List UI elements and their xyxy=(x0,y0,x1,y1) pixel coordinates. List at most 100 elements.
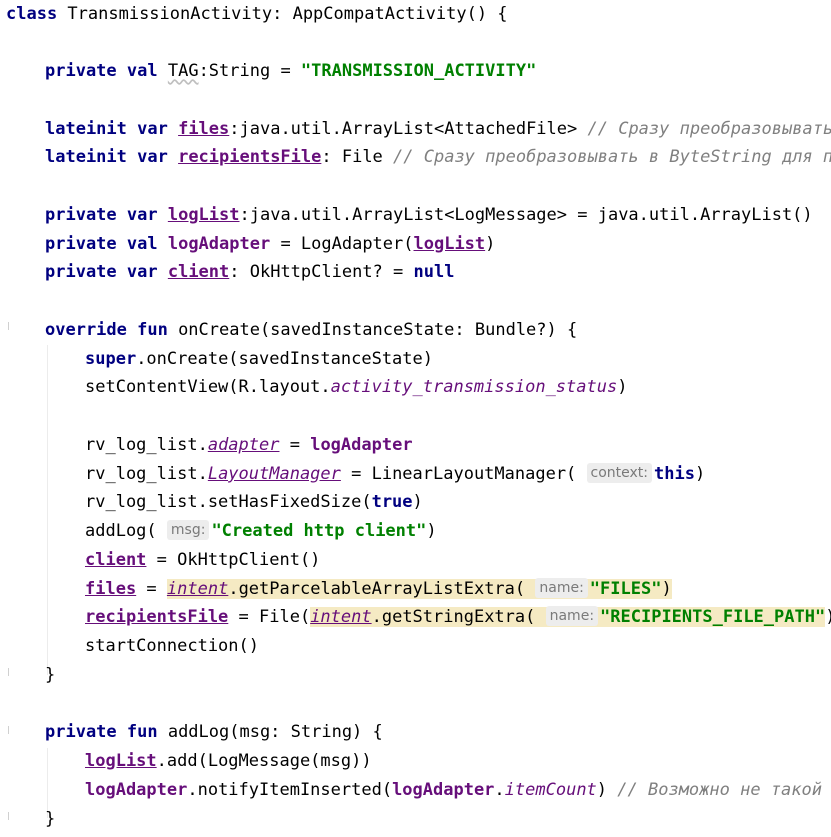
code-line[interactable]: private fun addLog(msg: String) { xyxy=(45,718,831,747)
code-text: TransmissionActivity: AppCompatActivity(… xyxy=(57,4,508,24)
code-text: )) xyxy=(825,607,831,627)
code-line[interactable]: } xyxy=(45,661,831,690)
code-text: . xyxy=(494,780,505,800)
parameter-hint: name: xyxy=(535,578,588,598)
parameter-hint: msg: xyxy=(166,520,210,540)
code-text: :java.util.ArrayList<LogMessage> = java.… xyxy=(239,205,813,225)
code-line[interactable]: private val TAG:String = "TRANSMISSION_A… xyxy=(45,57,831,86)
property-identifier[interactable]: recipientsFile xyxy=(178,147,321,167)
code-text: :java.util.ArrayList<AttachedFile> xyxy=(229,119,588,139)
code-text: .notifyItemInserted( xyxy=(187,780,393,800)
string-literal: "FILES" xyxy=(589,579,662,599)
code-text: ) xyxy=(485,234,496,254)
warning-identifier[interactable]: TAG xyxy=(168,61,199,81)
fold-marker-icon[interactable] xyxy=(8,812,13,820)
resource-reference[interactable]: activity_transmission_status xyxy=(331,377,618,397)
keyword-null: null xyxy=(413,262,455,282)
indent-guide xyxy=(47,345,48,675)
code-text: ) xyxy=(596,780,618,800)
code-line[interactable]: rv_log_list.setHasFixedSize(true) xyxy=(85,488,831,517)
property-identifier[interactable]: client xyxy=(168,262,229,282)
code-line[interactable]: private var logList:java.util.ArrayList<… xyxy=(45,201,831,230)
code-text: onCreate(savedInstanceState: Bundle?) { xyxy=(167,320,578,340)
keyword: private val xyxy=(45,61,158,81)
code-line[interactable]: } xyxy=(45,805,831,834)
code-line[interactable]: super.onCreate(savedInstanceState) xyxy=(85,345,831,374)
keyword: lateinit var xyxy=(45,119,168,139)
property-identifier[interactable]: logAdapter xyxy=(310,435,412,455)
code-line[interactable]: private val logAdapter = LogAdapter(logL… xyxy=(45,230,831,259)
keyword: private val xyxy=(45,234,158,254)
keyword: lateinit var xyxy=(45,147,168,167)
keyword: private var xyxy=(45,205,158,225)
synthetic-property[interactable]: itemCount xyxy=(505,780,597,800)
property-identifier[interactable]: logList xyxy=(85,751,157,771)
code-line[interactable]: addLog( msg: "Created http client") xyxy=(85,517,831,546)
code-line[interactable]: lateinit var files:java.util.ArrayList<A… xyxy=(45,115,831,144)
keyword-super: super xyxy=(85,349,137,369)
property-identifier[interactable]: recipientsFile xyxy=(85,607,228,627)
fold-marker-icon[interactable] xyxy=(8,668,13,676)
synthetic-property[interactable]: LayoutManager xyxy=(208,464,341,484)
keyword: private fun xyxy=(45,722,158,742)
property-identifier[interactable]: logList xyxy=(168,205,240,225)
comment: // Возможно не такой ин xyxy=(617,780,831,800)
code-text: = File( xyxy=(228,607,311,627)
synthetic-property[interactable]: intent xyxy=(310,607,371,627)
code-line[interactable]: private var client: OkHttpClient? = null xyxy=(45,258,831,287)
keyword-true: true xyxy=(371,492,413,512)
code-line[interactable]: rv_log_list.adapter = logAdapter xyxy=(85,431,831,460)
code-text: .onCreate(savedInstanceState) xyxy=(136,349,433,369)
code-line[interactable]: logAdapter.notifyItemInserted(logAdapter… xyxy=(85,776,831,805)
synthetic-property[interactable]: adapter xyxy=(208,435,280,455)
code-text: : File xyxy=(321,147,394,167)
code-text: = xyxy=(136,579,167,599)
synthetic-property[interactable]: intent xyxy=(167,579,228,599)
code-text: ) xyxy=(426,521,437,541)
property-identifier[interactable]: logAdapter xyxy=(392,780,494,800)
property-identifier[interactable]: logAdapter xyxy=(168,234,270,254)
fold-marker-icon[interactable] xyxy=(8,726,13,734)
code-line[interactable]: logList.add(LogMessage(msg)) xyxy=(85,747,831,776)
property-identifier[interactable]: files xyxy=(85,579,136,599)
code-text: startConnection() xyxy=(85,636,259,656)
code-text: rv_log_list. xyxy=(85,435,208,455)
code-text: .getParcelableArrayListExtra( xyxy=(228,579,536,599)
property-identifier[interactable]: logAdapter xyxy=(85,780,187,800)
code-line[interactable]: override fun onCreate(savedInstanceState… xyxy=(45,316,831,345)
code-text: addLog(msg: String) { xyxy=(157,722,383,742)
property-identifier[interactable]: client xyxy=(85,550,146,570)
closing-brace: } xyxy=(45,809,56,829)
code-editor[interactable]: class TransmissionActivity: AppCompatAct… xyxy=(0,0,831,837)
fold-marker-icon[interactable] xyxy=(8,322,13,330)
closing-brace: } xyxy=(45,665,56,685)
code-line[interactable]: setContentView(R.layout.activity_transmi… xyxy=(85,373,831,402)
code-text: .getStringExtra( xyxy=(371,607,546,627)
code-line[interactable]: rv_log_list.LayoutManager = LinearLayout… xyxy=(85,460,831,489)
code-line[interactable]: files = intent.getParcelableArrayListExt… xyxy=(85,575,831,604)
code-text: .add(LogMessage(msg)) xyxy=(156,751,372,771)
parameter-hint: context: xyxy=(586,463,653,483)
code-line[interactable]: recipientsFile = File(intent.getStringEx… xyxy=(85,603,831,632)
comment: // Сразу преобразовывать в ByteString дл… xyxy=(393,147,831,167)
property-identifier[interactable]: logList xyxy=(414,234,486,254)
code-text: ) xyxy=(661,579,672,599)
parameter-hint: name: xyxy=(545,606,599,626)
string-literal: "Created http client" xyxy=(211,521,427,541)
code-line[interactable]: client = OkHttpClient() xyxy=(85,546,831,575)
string-literal: "RECIPIENTS_FILE_PATH" xyxy=(600,607,826,627)
keyword: private var xyxy=(45,262,158,282)
keyword-class: class xyxy=(6,4,58,24)
code-line[interactable]: lateinit var recipientsFile: File // Сра… xyxy=(45,143,831,172)
code-text: = xyxy=(279,435,311,455)
code-line[interactable]: startConnection() xyxy=(85,632,831,661)
code-line[interactable]: class TransmissionActivity: AppCompatAct… xyxy=(6,0,831,29)
property-identifier[interactable]: files xyxy=(178,119,229,139)
keyword: override fun xyxy=(45,320,168,340)
